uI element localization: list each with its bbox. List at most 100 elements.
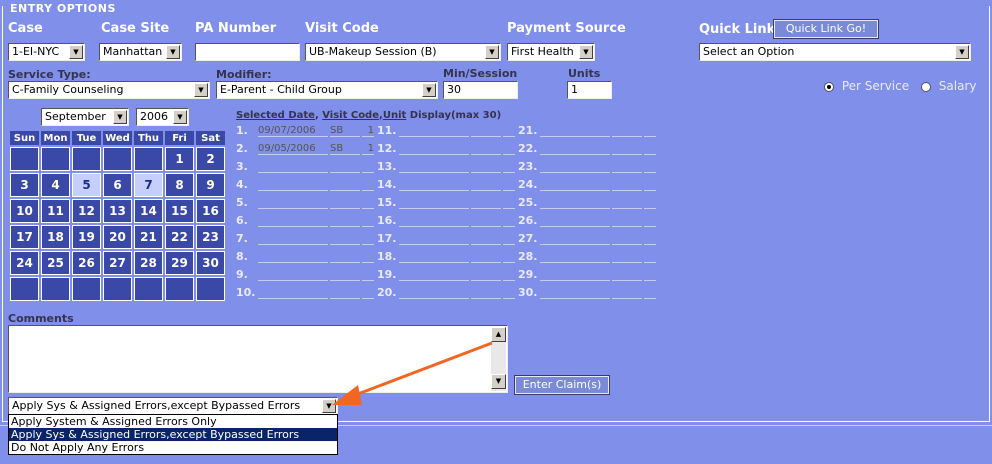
quick-link-go-button[interactable]: Quick Link Go! xyxy=(773,19,879,39)
slot-visit-code xyxy=(471,215,501,227)
slot-visit-code xyxy=(471,161,501,173)
month-select[interactable]: September ▼ xyxy=(41,108,129,126)
units-label: Units xyxy=(568,67,601,80)
calendar-day[interactable]: 7 xyxy=(134,173,163,197)
slot-number: 7. xyxy=(236,232,248,245)
calendar-day[interactable]: 10 xyxy=(10,199,39,223)
slot-unit: 1 xyxy=(362,125,374,137)
slot-unit xyxy=(362,161,374,173)
per-service-radio[interactable] xyxy=(824,81,834,92)
calendar-day[interactable]: 15 xyxy=(165,199,194,223)
slot-visit-code xyxy=(330,215,360,227)
calendar-empty-cell xyxy=(10,147,39,171)
slot-date xyxy=(399,125,469,137)
calendar-day[interactable]: 5 xyxy=(72,173,101,197)
weekday-header: Sun xyxy=(10,131,39,145)
chevron-down-icon: ▼ xyxy=(173,110,187,124)
calendar-day[interactable]: 9 xyxy=(196,173,225,197)
calendar-day[interactable]: 27 xyxy=(103,251,132,275)
case-select[interactable]: 1-EI-NYC ▼ xyxy=(8,43,85,61)
calendar-day[interactable]: 17 xyxy=(10,225,39,249)
min-session-input[interactable]: 30 xyxy=(443,81,518,99)
calendar-day[interactable]: 16 xyxy=(196,199,225,223)
unit-link[interactable]: Unit xyxy=(383,110,406,121)
slot-visit-code xyxy=(612,269,642,281)
calendar-day[interactable]: 2 xyxy=(196,147,225,171)
slot-visit-code xyxy=(612,197,642,209)
slot-number: 9. xyxy=(236,268,248,281)
quick-link-select[interactable]: Select an Option ▼ xyxy=(699,43,971,61)
units-input[interactable]: 1 xyxy=(567,81,612,99)
slot-visit-code xyxy=(330,197,360,209)
modifier-select[interactable]: E-Parent - Child Group ▼ xyxy=(216,81,438,99)
slot-visit-code xyxy=(612,161,642,173)
slot-unit xyxy=(644,125,656,137)
chevron-down-icon: ▼ xyxy=(422,83,436,97)
calendar-day[interactable]: 18 xyxy=(41,225,70,249)
calendar-day[interactable]: 22 xyxy=(165,225,194,249)
slot-unit xyxy=(362,287,374,299)
weekday-header: Mon xyxy=(41,131,70,145)
calendar-day[interactable]: 20 xyxy=(103,225,132,249)
visit-code-select[interactable]: UB-Makeup Session (B) ▼ xyxy=(305,43,501,61)
calendar-day[interactable]: 30 xyxy=(196,251,225,275)
slot-column: 11. 12. 13. 14. 15. 16. 17. 18. 19. 20. xyxy=(377,122,515,302)
selection-row: 20. xyxy=(377,284,515,302)
error-mode-option[interactable]: Apply System & Assigned Errors Only xyxy=(9,415,337,428)
chevron-down-icon: ▼ xyxy=(69,45,83,59)
calendar-day[interactable]: 28 xyxy=(134,251,163,275)
case-site-header: Case Site xyxy=(101,21,170,36)
selection-row: 3. xyxy=(236,158,374,176)
slot-date xyxy=(258,233,328,245)
service-type-select[interactable]: C-Family Counseling ▼ xyxy=(8,81,210,99)
slot-date xyxy=(540,179,610,191)
case-site-select[interactable]: Manhattan ▼ xyxy=(99,43,182,61)
payment-source-select[interactable]: First Health ▼ xyxy=(507,43,595,61)
calendar-day[interactable]: 26 xyxy=(72,251,101,275)
slot-date xyxy=(540,197,610,209)
calendar-day[interactable]: 6 xyxy=(103,173,132,197)
calendar-day[interactable]: 21 xyxy=(134,225,163,249)
slot-number: 11. xyxy=(377,124,397,137)
calendar-day[interactable]: 11 xyxy=(41,199,70,223)
calendar-day[interactable]: 8 xyxy=(165,173,194,197)
calendar-day[interactable]: 12 xyxy=(72,199,101,223)
slot-date xyxy=(399,215,469,227)
error-mode-option[interactable]: Apply Sys & Assigned Errors,except Bypas… xyxy=(9,428,337,441)
slot-column: 1. 09/07/2006 SB 1 2. 09/05/2006 SB 1 3. 4. 5. 6. 7.… xyxy=(236,122,374,302)
slot-visit-code: SB xyxy=(330,143,360,155)
calendar-day[interactable]: 3 xyxy=(10,173,39,197)
salary-radio[interactable] xyxy=(920,81,931,92)
calendar-day[interactable]: 14 xyxy=(134,199,163,223)
slot-number: 8. xyxy=(236,250,248,263)
slot-visit-code xyxy=(330,179,360,191)
error-mode-select[interactable]: Apply Sys & Assigned Errors,except Bypas… xyxy=(8,397,338,415)
slot-date xyxy=(540,125,610,137)
slot-date xyxy=(540,233,610,245)
slot-unit xyxy=(503,125,515,137)
calendar-day[interactable]: 1 xyxy=(165,147,194,171)
visit-code-link[interactable]: Visit Code xyxy=(322,110,379,121)
case-header: Case xyxy=(8,21,43,36)
calendar-day[interactable]: 19 xyxy=(72,225,101,249)
calendar-day[interactable]: 23 xyxy=(196,225,225,249)
calendar-day[interactable]: 4 xyxy=(41,173,70,197)
calendar-day[interactable]: 13 xyxy=(103,199,132,223)
calendar-day[interactable]: 25 xyxy=(41,251,70,275)
weekday-header: Wed xyxy=(103,131,132,145)
calendar-day[interactable]: 24 xyxy=(10,251,39,275)
slot-visit-code xyxy=(471,125,501,137)
enter-claims-button[interactable]: Enter Claim(s) xyxy=(514,375,610,395)
calendar-day[interactable]: 29 xyxy=(165,251,194,275)
pa-number-input[interactable] xyxy=(195,43,300,61)
slot-visit-code xyxy=(612,233,642,245)
slot-number: 15. xyxy=(377,196,397,209)
slot-visit-code xyxy=(471,197,501,209)
year-select[interactable]: 2006 ▼ xyxy=(136,108,189,126)
selected-date-link[interactable]: Selected Date xyxy=(236,110,315,121)
selected-list-header: Selected Date, Visit Code,Unit Display(m… xyxy=(236,110,502,121)
selection-row: 30. xyxy=(518,284,656,302)
error-mode-option[interactable]: Do Not Apply Any Errors xyxy=(9,441,337,454)
case-value: 1-EI-NYC xyxy=(12,45,60,58)
weekday-header: Tue xyxy=(72,131,101,145)
